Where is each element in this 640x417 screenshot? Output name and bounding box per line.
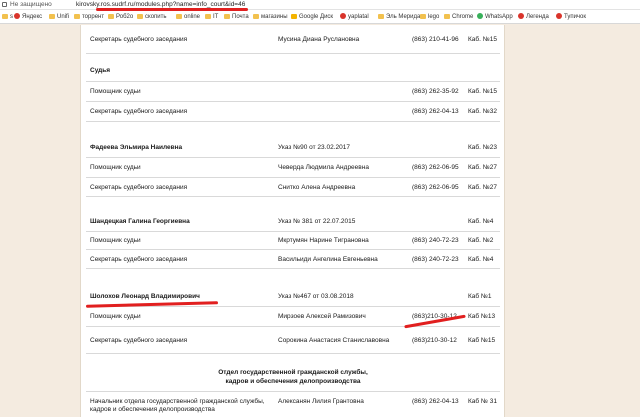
judge-name: Шандецкая Галина Георгиевна (90, 218, 190, 225)
table-row: Секретарь судебного заседания Сорокина А… (86, 327, 500, 354)
bookmark-el-merida[interactable]: Эль Мерида (378, 10, 420, 24)
folder-icon (420, 13, 426, 19)
judge-header-row: Судья (86, 60, 500, 82)
bookmark-s[interactable]: s (2, 10, 13, 24)
table-row-spacer (86, 197, 500, 212)
judge-name: Судья (90, 67, 111, 74)
table-row: Секретарь судебного заседания Мусина Диа… (86, 25, 500, 54)
not-secure-label: Не защищено (10, 1, 52, 8)
bookmark-it[interactable]: IT (205, 10, 218, 24)
lock-icon (2, 2, 7, 7)
bookmark-online[interactable]: online (176, 10, 200, 24)
bookmark-tupichok[interactable]: Тупичок (556, 10, 586, 24)
table-row: Помощник судьи Мирзоев Алексей Рамизович… (86, 307, 500, 327)
bookmark-yaplatal[interactable]: yaplatal (340, 10, 369, 24)
section-title: Отдел государственной гражданской службы… (218, 369, 368, 385)
url-underline-mark (96, 8, 248, 11)
bookmark-chrome[interactable]: Chrome (444, 10, 473, 24)
folder-icon (2, 13, 8, 19)
folder-icon (49, 13, 55, 19)
bookmark-whatsapp[interactable]: WhatsApp (477, 10, 513, 24)
bookmark-lego[interactable]: lego (420, 10, 439, 24)
yaplatal-icon (340, 12, 346, 19)
folder-icon (205, 13, 211, 19)
table-row: Помощник судьи Мкртумян Нарине Тиграновн… (86, 232, 500, 250)
section-header-row: Отдел государственной гражданской службы… (86, 354, 500, 392)
judge-header-row: Фадеева Эльмира Наилевна Указ №90 от 23.… (86, 138, 500, 158)
folder-icon (108, 13, 114, 19)
bookmark-unifi[interactable]: Unifi (49, 10, 69, 24)
folder-icon (444, 13, 450, 19)
bookmark-rob2o[interactable]: Роб2о (108, 10, 133, 24)
table-row: Помощник судьи (863) 262-35-92 Каб. №15 (86, 82, 500, 102)
judge-name: Фадеева Эльмира Наилевна (90, 144, 183, 151)
bookmark-yandex[interactable]: Яндекс (14, 10, 42, 24)
table-row: Начальник отдела государственной граждан… (90, 398, 497, 413)
table-row: Секретарь судебного заседания (863) 262-… (86, 102, 500, 122)
folder-icon (253, 13, 259, 19)
table-row: Помощник судьи Чеверда Людмила Андреевна… (86, 158, 500, 178)
whatsapp-icon (477, 12, 483, 19)
bookmark-magaziny[interactable]: магазины (253, 10, 288, 24)
folder-icon (378, 13, 384, 19)
folder-icon (74, 13, 80, 19)
yandex-icon (14, 12, 20, 19)
folder-icon (176, 13, 182, 19)
folder-icon (224, 13, 230, 19)
table-row: Секретарь судебного заседания Снитко Але… (86, 178, 500, 197)
bookmark-google-drive[interactable]: Google Диск (291, 10, 333, 24)
table-row: Секретарь судебного заседания Васильиди … (86, 250, 500, 269)
google-drive-icon (291, 13, 297, 19)
table-row-spacer (86, 122, 500, 138)
bookmarks-bar: s Яндекс Unifi торрент Роб2о скопить onl… (0, 10, 640, 24)
bookmark-pochta[interactable]: Почта (224, 10, 249, 24)
bookmark-legenda[interactable]: Легенда (518, 10, 549, 24)
legenda-icon (518, 12, 524, 19)
table-row-spacer (86, 269, 500, 287)
tupichok-icon (556, 12, 562, 19)
bookmark-skopit[interactable]: скопить (137, 10, 167, 24)
folder-icon (137, 13, 143, 19)
bookmark-torrent[interactable]: торрент (74, 10, 104, 24)
judge-header-row: Шандецкая Галина Георгиевна Указ № 381 о… (86, 212, 500, 232)
